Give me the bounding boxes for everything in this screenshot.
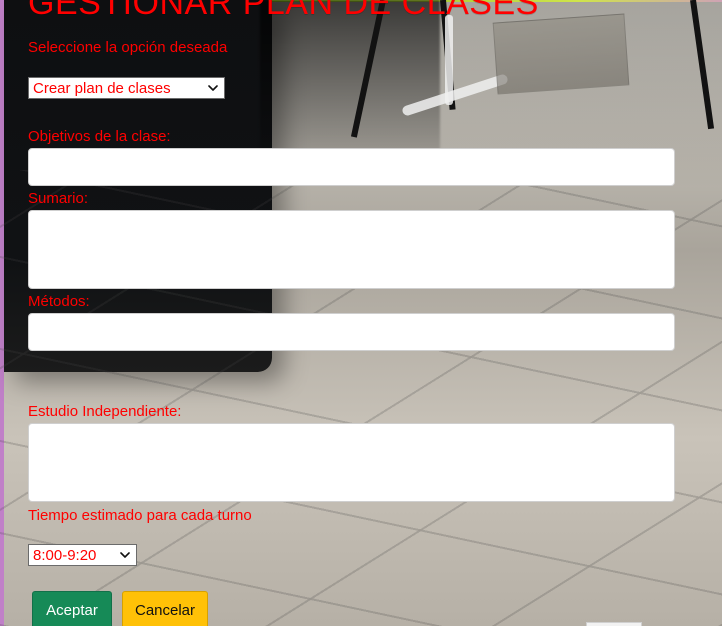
time-select-value: 8:00-9:20	[33, 546, 97, 564]
page-title: GESTIONAR PLAN DE CLASES	[28, 0, 539, 22]
independent-study-label: Estudio Independiente:	[28, 403, 182, 420]
independent-study-textarea[interactable]	[28, 423, 675, 502]
time-estimate-label: Tiempo estimado para cada turno	[28, 507, 252, 524]
objectives-input[interactable]	[28, 148, 675, 186]
objectives-label: Objetivos de la clase:	[28, 128, 171, 145]
option-select[interactable]: Crear plan de clases	[28, 77, 225, 99]
chevron-down-icon	[206, 81, 220, 95]
methods-input[interactable]	[28, 313, 675, 351]
methods-label: Métodos:	[28, 293, 90, 310]
time-select[interactable]: 8:00-9:20	[28, 544, 137, 566]
accept-button[interactable]: Aceptar	[32, 591, 112, 626]
page-content: GESTIONAR PLAN DE CLASES Seleccione la o…	[0, 0, 722, 626]
option-select-value: Crear plan de clases	[33, 79, 171, 97]
summary-label: Sumario:	[28, 190, 89, 207]
scrollbar-fragment	[586, 622, 642, 626]
summary-textarea[interactable]	[28, 210, 675, 289]
chevron-down-icon	[118, 548, 132, 562]
cancel-button[interactable]: Cancelar	[122, 591, 208, 626]
option-label: Seleccione la opción deseada	[28, 39, 228, 56]
